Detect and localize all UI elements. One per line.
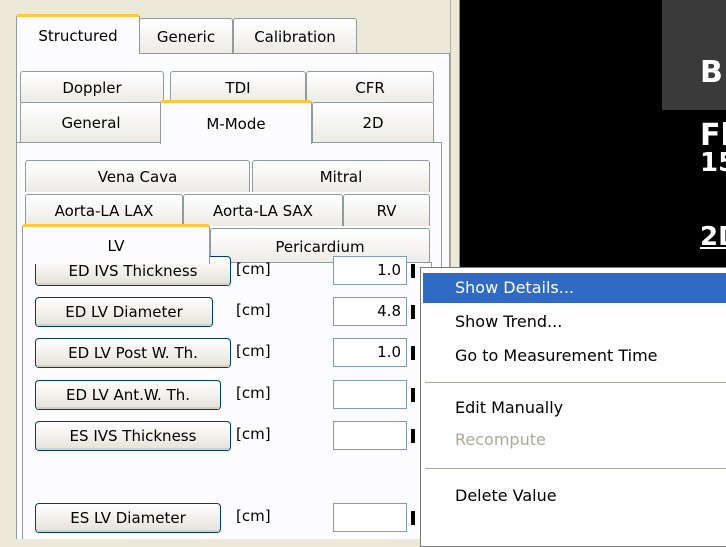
unit-label: [cm]: [236, 507, 271, 525]
menu-separator: [425, 382, 726, 383]
unit-label: [cm]: [236, 301, 271, 319]
menu-show-trend[interactable]: Show Trend...: [423, 307, 726, 337]
es-ivs-thickness-value[interactable]: [333, 421, 407, 450]
menu-delete-value[interactable]: Delete Value: [423, 481, 726, 511]
ed-lv-diameter-button[interactable]: ED LV Diameter: [35, 297, 213, 327]
tab-m-mode[interactable]: M-Mode: [160, 100, 312, 144]
context-menu: Show Details... Show Trend... Go to Meas…: [420, 267, 726, 547]
overlay-text: 15: [700, 148, 726, 178]
measurement-panel: Structured Generic Calibration Doppler T…: [0, 0, 450, 539]
menu-separator: [425, 468, 726, 469]
menu-edit-manually[interactable]: Edit Manually: [423, 393, 726, 423]
value-marker: [411, 388, 415, 402]
value-marker: [411, 264, 415, 278]
tab-aorta-la-lax[interactable]: Aorta-LA LAX: [25, 194, 183, 226]
menu-recompute: Recompute: [455, 430, 546, 449]
ed-lv-ant-wall-thickness-button[interactable]: ED LV Ant.W. Th.: [35, 380, 221, 410]
overlay-text: B: [700, 55, 723, 90]
es-lv-diameter-button[interactable]: ES LV Diameter: [35, 503, 221, 533]
tab-rv[interactable]: RV: [343, 194, 430, 226]
tab-aorta-la-sax[interactable]: Aorta-LA SAX: [183, 194, 343, 226]
unit-label: [cm]: [236, 260, 271, 278]
overlay-text: 2D: [700, 222, 726, 252]
ed-lv-diameter-value[interactable]: 4.8: [333, 297, 407, 326]
menu-go-to-measurement-time[interactable]: Go to Measurement Time: [423, 341, 726, 371]
tab-doppler[interactable]: Doppler: [20, 71, 164, 103]
tab-structured[interactable]: Structured: [16, 14, 140, 54]
es-ivs-thickness-button[interactable]: ES IVS Thickness: [35, 421, 231, 451]
unit-label: [cm]: [236, 342, 271, 360]
tab-general[interactable]: General: [20, 102, 162, 142]
tab-generic[interactable]: Generic: [139, 18, 233, 54]
menu-show-details[interactable]: Show Details...: [423, 273, 726, 303]
es-lv-diameter-value[interactable]: [333, 503, 407, 532]
value-marker: [411, 346, 415, 360]
tab-tdi[interactable]: TDI: [170, 71, 306, 103]
tab-cfr[interactable]: CFR: [306, 71, 434, 103]
unit-label: [cm]: [236, 384, 271, 402]
unit-label: [cm]: [236, 425, 271, 443]
tab-lv[interactable]: LV: [22, 224, 210, 264]
tab-mitral[interactable]: Mitral: [252, 160, 430, 192]
tab-calibration[interactable]: Calibration: [233, 18, 357, 54]
tab-2d[interactable]: 2D: [312, 102, 434, 142]
value-marker: [411, 429, 415, 443]
tab-vena-cava[interactable]: Vena Cava: [25, 160, 250, 192]
ed-ivs-thickness-value[interactable]: 1.0: [333, 256, 407, 285]
value-marker: [411, 511, 415, 525]
ed-lv-post-wall-thickness-button[interactable]: ED LV Post W. Th.: [35, 338, 231, 368]
ed-lv-post-wall-thickness-value[interactable]: 1.0: [333, 338, 407, 367]
ed-lv-ant-wall-thickness-value[interactable]: [333, 380, 407, 409]
value-marker: [411, 305, 415, 319]
